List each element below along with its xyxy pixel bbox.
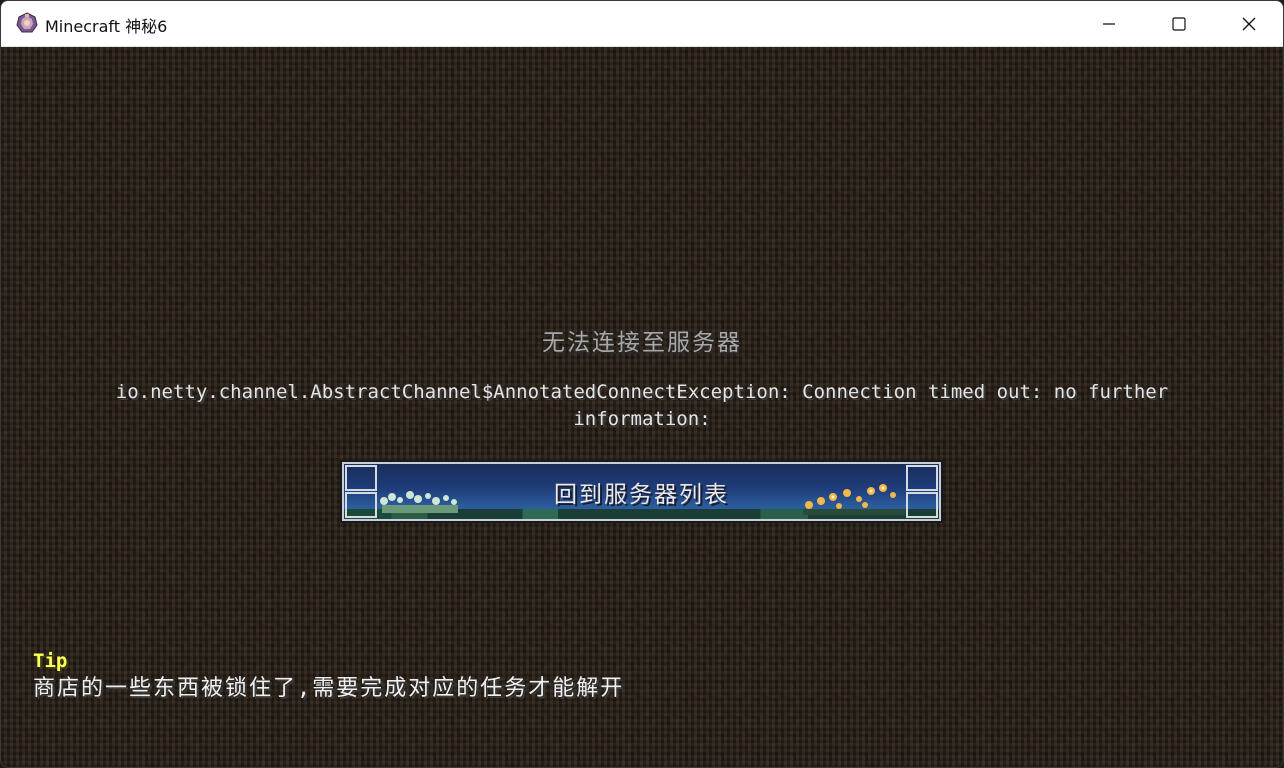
minimize-button[interactable] bbox=[1074, 1, 1144, 47]
minimize-icon bbox=[1103, 23, 1115, 25]
window-title: Minecraft 神秘6 bbox=[45, 17, 168, 36]
minecraft-window: Minecraft 神秘6 无法连接至服务器 io.netty.channel.… bbox=[0, 0, 1284, 768]
screen-heading: 无法连接至服务器 bbox=[542, 330, 742, 356]
close-icon bbox=[1242, 17, 1256, 31]
error-message-line-1: io.netty.channel.AbstractChannel$Annotat… bbox=[115, 381, 1169, 403]
tip-label: Tip bbox=[33, 650, 68, 672]
error-message-line-2: information: bbox=[573, 408, 711, 430]
back-to-server-list-button[interactable]: 回到服务器列表 bbox=[340, 460, 943, 523]
minecraft-modpack-icon bbox=[16, 12, 38, 33]
maximize-icon bbox=[1172, 17, 1186, 31]
close-button[interactable] bbox=[1214, 1, 1283, 47]
title-bar[interactable]: Minecraft 神秘6 bbox=[1, 1, 1283, 47]
back-button-label: 回到服务器列表 bbox=[554, 481, 729, 508]
tip-text: 商店的一些东西被锁住了,需要完成对应的任务才能解开 bbox=[33, 676, 625, 701]
disconnected-screen: 无法连接至服务器 io.netty.channel.AbstractChanne… bbox=[1, 47, 1283, 767]
maximize-button[interactable] bbox=[1144, 1, 1214, 47]
